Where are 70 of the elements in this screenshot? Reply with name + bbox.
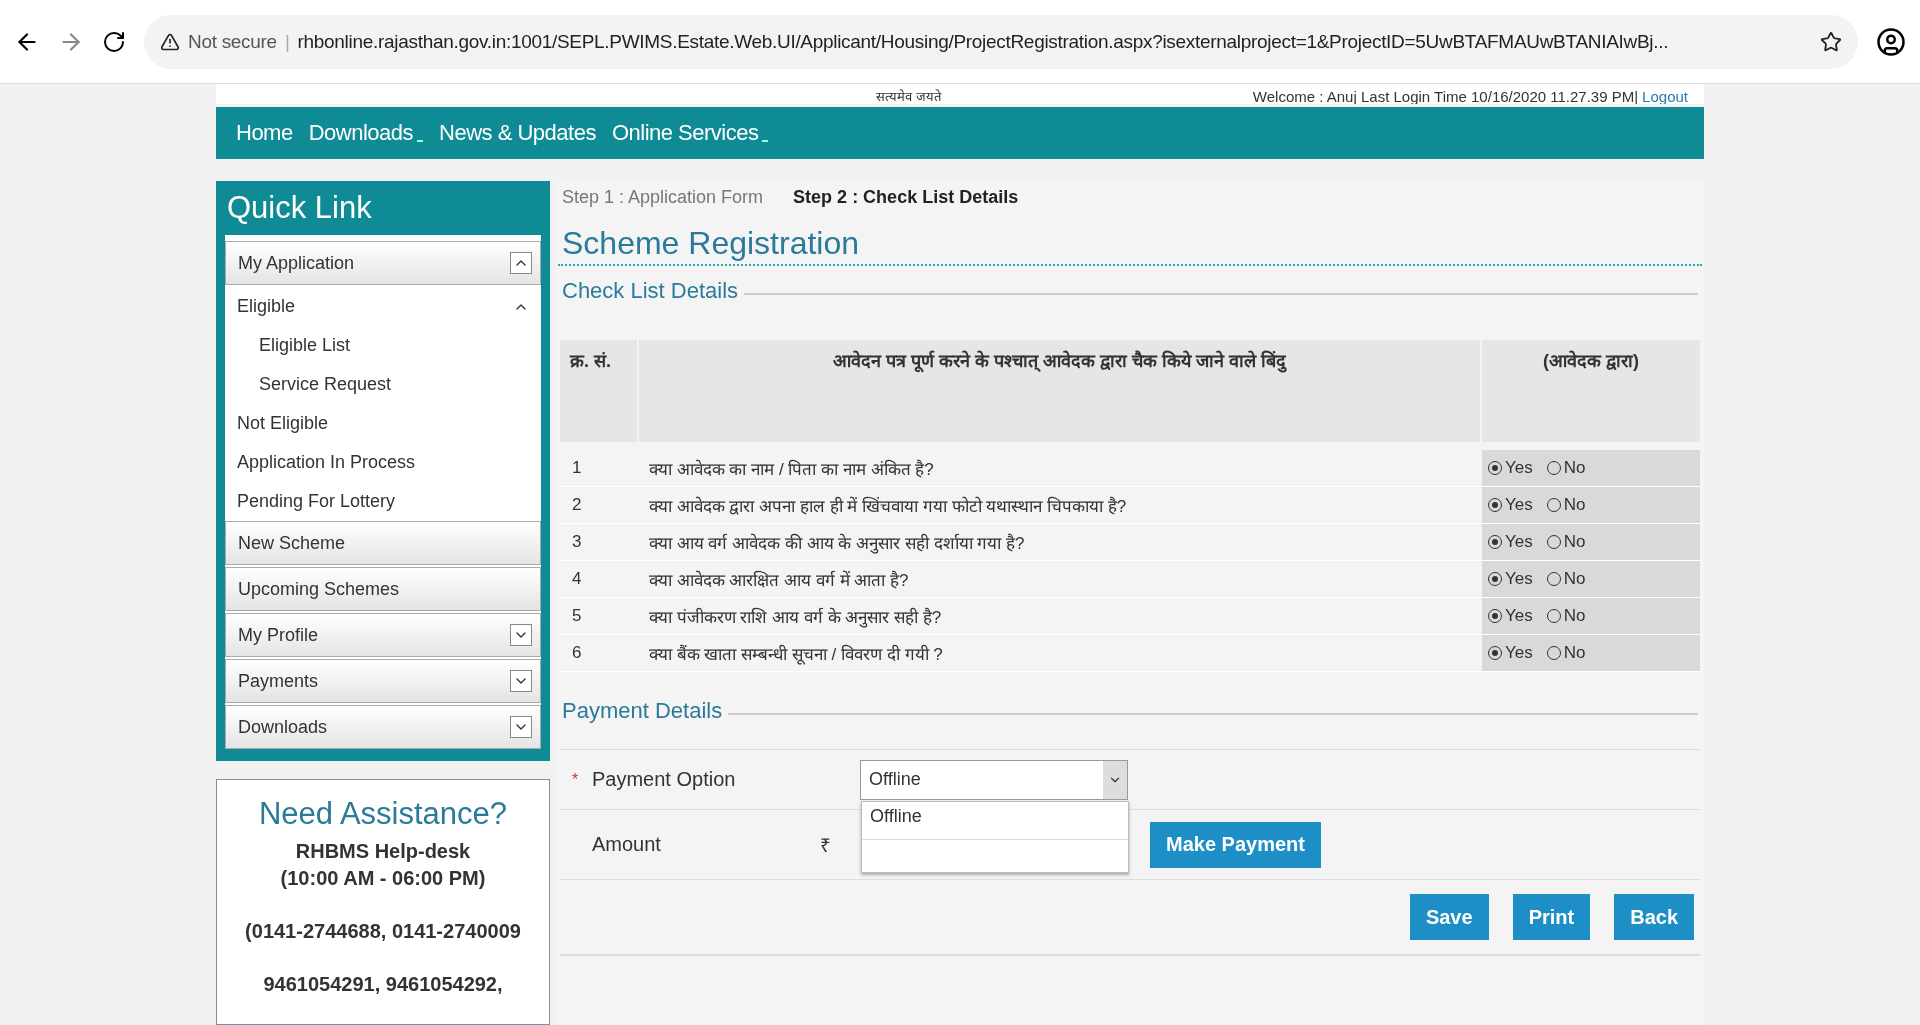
- radio-option[interactable]: Yes: [1488, 643, 1533, 663]
- sidebar-header[interactable]: My Profile: [225, 613, 541, 657]
- radio-option[interactable]: Yes: [1488, 458, 1533, 478]
- table-cell-text: क्या बैंक खाता सम्बन्धी सूचना / विवरण दी गयी ?: [648, 643, 944, 667]
- table-cell-text: 4: [571, 568, 583, 590]
- column-header: आवेदन पत्र पूर्ण करने के पश्चात् आवेदक द्वारा चैक किये जाने वाले बिंदु: [639, 340, 1480, 442]
- nav-link[interactable]: Online Services: [611, 120, 769, 146]
- table-cell-text: 2: [571, 494, 583, 516]
- table-cell-text: क्या पंजीकरण राशि आय वर्ग के अनुसार सही है?: [648, 606, 943, 630]
- radio-option[interactable]: Yes: [1488, 495, 1533, 515]
- sidebar-item[interactable]: Eligible: [225, 287, 541, 326]
- currency-symbol: ₹: [820, 833, 832, 858]
- nav-link[interactable]: News & Updates: [439, 120, 596, 146]
- assistance-text: (10:00 AM - 06:00 PM): [280, 866, 486, 891]
- motto-text: सत्यमेव जयते: [876, 90, 941, 104]
- action-button[interactable]: Save: [1409, 894, 1489, 940]
- field-label: Payment Option: [592, 768, 737, 791]
- nav-link[interactable]: Home: [236, 120, 293, 146]
- sidebar-item[interactable]: Service Request: [225, 365, 541, 404]
- separator: |: [284, 30, 290, 53]
- table-cell-text: 1: [571, 457, 583, 479]
- column-header: (आवेदक द्वारा): [1482, 340, 1700, 442]
- step-label[interactable]: Step 2 : Check List Details: [793, 187, 1019, 219]
- table-cell-text: क्या आवेदक का नाम / पिता का नाम अंकित है?: [648, 458, 935, 481]
- action-button[interactable]: Back: [1614, 894, 1694, 940]
- warning-icon: [160, 31, 180, 52]
- required-mark: *: [572, 770, 580, 789]
- make-payment-button[interactable]: Make Payment: [1150, 821, 1321, 868]
- table-cell-text: 6: [571, 642, 583, 664]
- section-title: Check List Details: [562, 278, 739, 304]
- field-label: Amount: [592, 833, 662, 856]
- step-label[interactable]: Step 1 : Application Form: [562, 187, 764, 219]
- sidebar-header[interactable]: Downloads: [225, 705, 541, 749]
- sidebar-header[interactable]: My Application: [225, 241, 541, 285]
- dropdown-option[interactable]: Offline: [862, 801, 1128, 840]
- profile-icon[interactable]: [1876, 26, 1906, 57]
- radio-option[interactable]: No: [1546, 458, 1586, 478]
- sidebar-item[interactable]: Eligible List: [225, 326, 541, 365]
- radio-option[interactable]: Yes: [1488, 569, 1533, 589]
- assistance-text: RHBMS Help-desk: [295, 839, 471, 864]
- assistance-text: 9461054291, 9461054292,: [263, 972, 503, 997]
- radio-option[interactable]: No: [1546, 643, 1586, 663]
- star-icon[interactable]: [1820, 30, 1842, 53]
- reload-icon[interactable]: [102, 29, 126, 54]
- section-title: Payment Details: [562, 698, 723, 724]
- sidebar-item[interactable]: Application In Process: [225, 443, 541, 482]
- column-header: क्र. सं.: [560, 340, 637, 442]
- table-cell-text: क्या आवेदक द्वारा अपना हाल ही में खिंचवाया गया फोटो यथास्थान चिपकाया है?: [648, 495, 1128, 518]
- radio-option[interactable]: No: [1546, 495, 1586, 515]
- sidebar-item[interactable]: Not Eligible: [225, 404, 541, 443]
- panel-title: Quick Link: [226, 189, 373, 227]
- radio-option[interactable]: No: [1546, 532, 1586, 552]
- table-cell-text: 5: [571, 605, 583, 627]
- radio-option[interactable]: No: [1546, 606, 1586, 626]
- table-cell-text: क्या आय वर्ग आवेदक की आय के अनुसार सही दर्शाया गया है?: [648, 532, 1026, 556]
- assistance-title: Need Assistance?: [258, 796, 508, 832]
- address-bar[interactable]: Not secure | rhbonline.rajasthan.gov.in:1001/SEPL.PWIMS.Estate.Web.UI/Applicant/Housing/ProjectRegistration.aspx?isexternalproject=1&ProjectID=5UwBTAFMAUwBTANIAIwBj...: [144, 14, 1858, 69]
- table-cell-text: 3: [571, 531, 583, 553]
- table-cell-text: क्या आवेदक आरक्षित आय वर्ग में आता है?: [648, 569, 910, 592]
- nav-link[interactable]: Downloads: [308, 120, 424, 146]
- sidebar-item[interactable]: Pending For Lottery: [225, 482, 541, 521]
- sidebar-header[interactable]: Upcoming Schemes: [225, 567, 541, 611]
- sidebar-header[interactable]: New Scheme: [225, 521, 541, 565]
- action-button[interactable]: Print: [1512, 894, 1591, 940]
- radio-option[interactable]: Yes: [1488, 606, 1533, 626]
- assistance-text: (0141-2744688, 0141-2740009: [245, 919, 521, 944]
- sidebar-header[interactable]: Payments: [225, 659, 541, 703]
- page-title: Scheme Registration: [558, 219, 1702, 266]
- radio-option[interactable]: Yes: [1488, 532, 1533, 552]
- radio-option[interactable]: No: [1546, 569, 1586, 589]
